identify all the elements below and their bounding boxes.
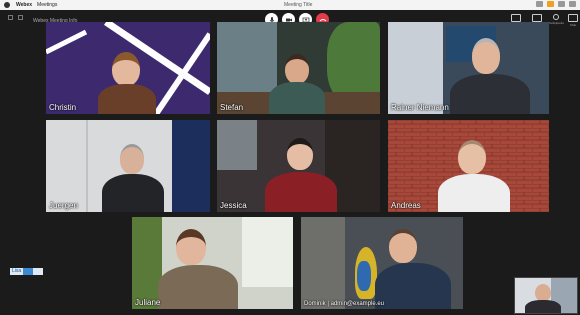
video-tile[interactable]: Juliane	[132, 217, 293, 309]
participant-name: Juergen	[49, 201, 78, 210]
chat-button[interactable]: Chat	[564, 14, 580, 32]
participant-name: Andreas	[391, 201, 421, 210]
participant-name: Stefan	[220, 103, 244, 112]
participant-body	[438, 174, 510, 212]
self-view[interactable]	[514, 277, 578, 314]
participant-face	[287, 138, 313, 170]
os-menubar: Webex Meetings Meeting Title	[0, 0, 580, 10]
participants-label: Participants	[548, 21, 564, 25]
view-icon	[532, 14, 542, 22]
video-tile[interactable]: Andreas	[388, 120, 549, 212]
wifi-icon[interactable]	[558, 1, 565, 7]
video-tile[interactable]: Christin	[46, 22, 210, 114]
participant-name: Christin	[49, 103, 77, 112]
participant-body	[158, 265, 238, 309]
participant-name: Juliane	[135, 298, 161, 307]
participant-name: Jessica	[220, 201, 247, 210]
chat-icon	[568, 14, 578, 22]
participant-body	[98, 84, 156, 114]
window	[242, 217, 293, 287]
video-tile[interactable]: Juergen	[46, 120, 210, 212]
participant-face	[120, 144, 144, 174]
video-tile[interactable]: Jessica	[217, 120, 380, 212]
badge-icon	[23, 268, 34, 275]
window-minimize-icon[interactable]	[18, 15, 23, 20]
participant-body	[269, 82, 325, 114]
window-title: Meeting Title	[284, 2, 313, 8]
participant-face	[389, 229, 417, 263]
menu-meetings[interactable]: Meetings	[37, 2, 57, 8]
wall	[217, 120, 257, 170]
active-speaker-badge[interactable]: Lisa	[10, 268, 43, 275]
menu-app-name[interactable]: Webex	[16, 2, 32, 8]
participant-face	[472, 38, 500, 74]
badge-label: Lisa	[12, 268, 22, 274]
self-body	[525, 300, 561, 313]
chat-label: Chat	[569, 23, 577, 27]
battery-icon[interactable]	[569, 1, 576, 7]
cabinet-edge	[86, 120, 88, 212]
poster	[172, 120, 210, 212]
apple-icon[interactable]	[4, 2, 10, 8]
participants-button[interactable]: Participants	[547, 14, 565, 32]
participant-face	[285, 54, 309, 84]
video-tile[interactable]: Dominik | admin@example.eu	[301, 217, 463, 309]
video-tile[interactable]: Stefan	[217, 22, 380, 114]
status-icon[interactable]	[536, 1, 543, 7]
participant-face	[458, 140, 486, 174]
participant-name: Dominik | admin@example.eu	[304, 301, 385, 307]
status-icons	[536, 1, 576, 7]
participant-name: Rainer Niemann	[391, 103, 449, 112]
participant-body	[265, 172, 337, 212]
participant-body	[450, 74, 530, 114]
participant-face	[176, 229, 206, 265]
participant-body	[375, 263, 451, 309]
window-close-icon[interactable]	[8, 15, 13, 20]
parrot-toy-wing	[357, 261, 371, 291]
notification-icon[interactable]	[547, 1, 554, 7]
participant-face	[112, 52, 140, 86]
participants-icon	[553, 14, 559, 20]
participant-body	[102, 174, 164, 212]
video-tile[interactable]: Rainer Niemann	[388, 22, 549, 114]
wall	[301, 217, 345, 309]
plant	[327, 22, 380, 102]
layout-icon	[511, 14, 521, 22]
wall	[388, 22, 443, 114]
